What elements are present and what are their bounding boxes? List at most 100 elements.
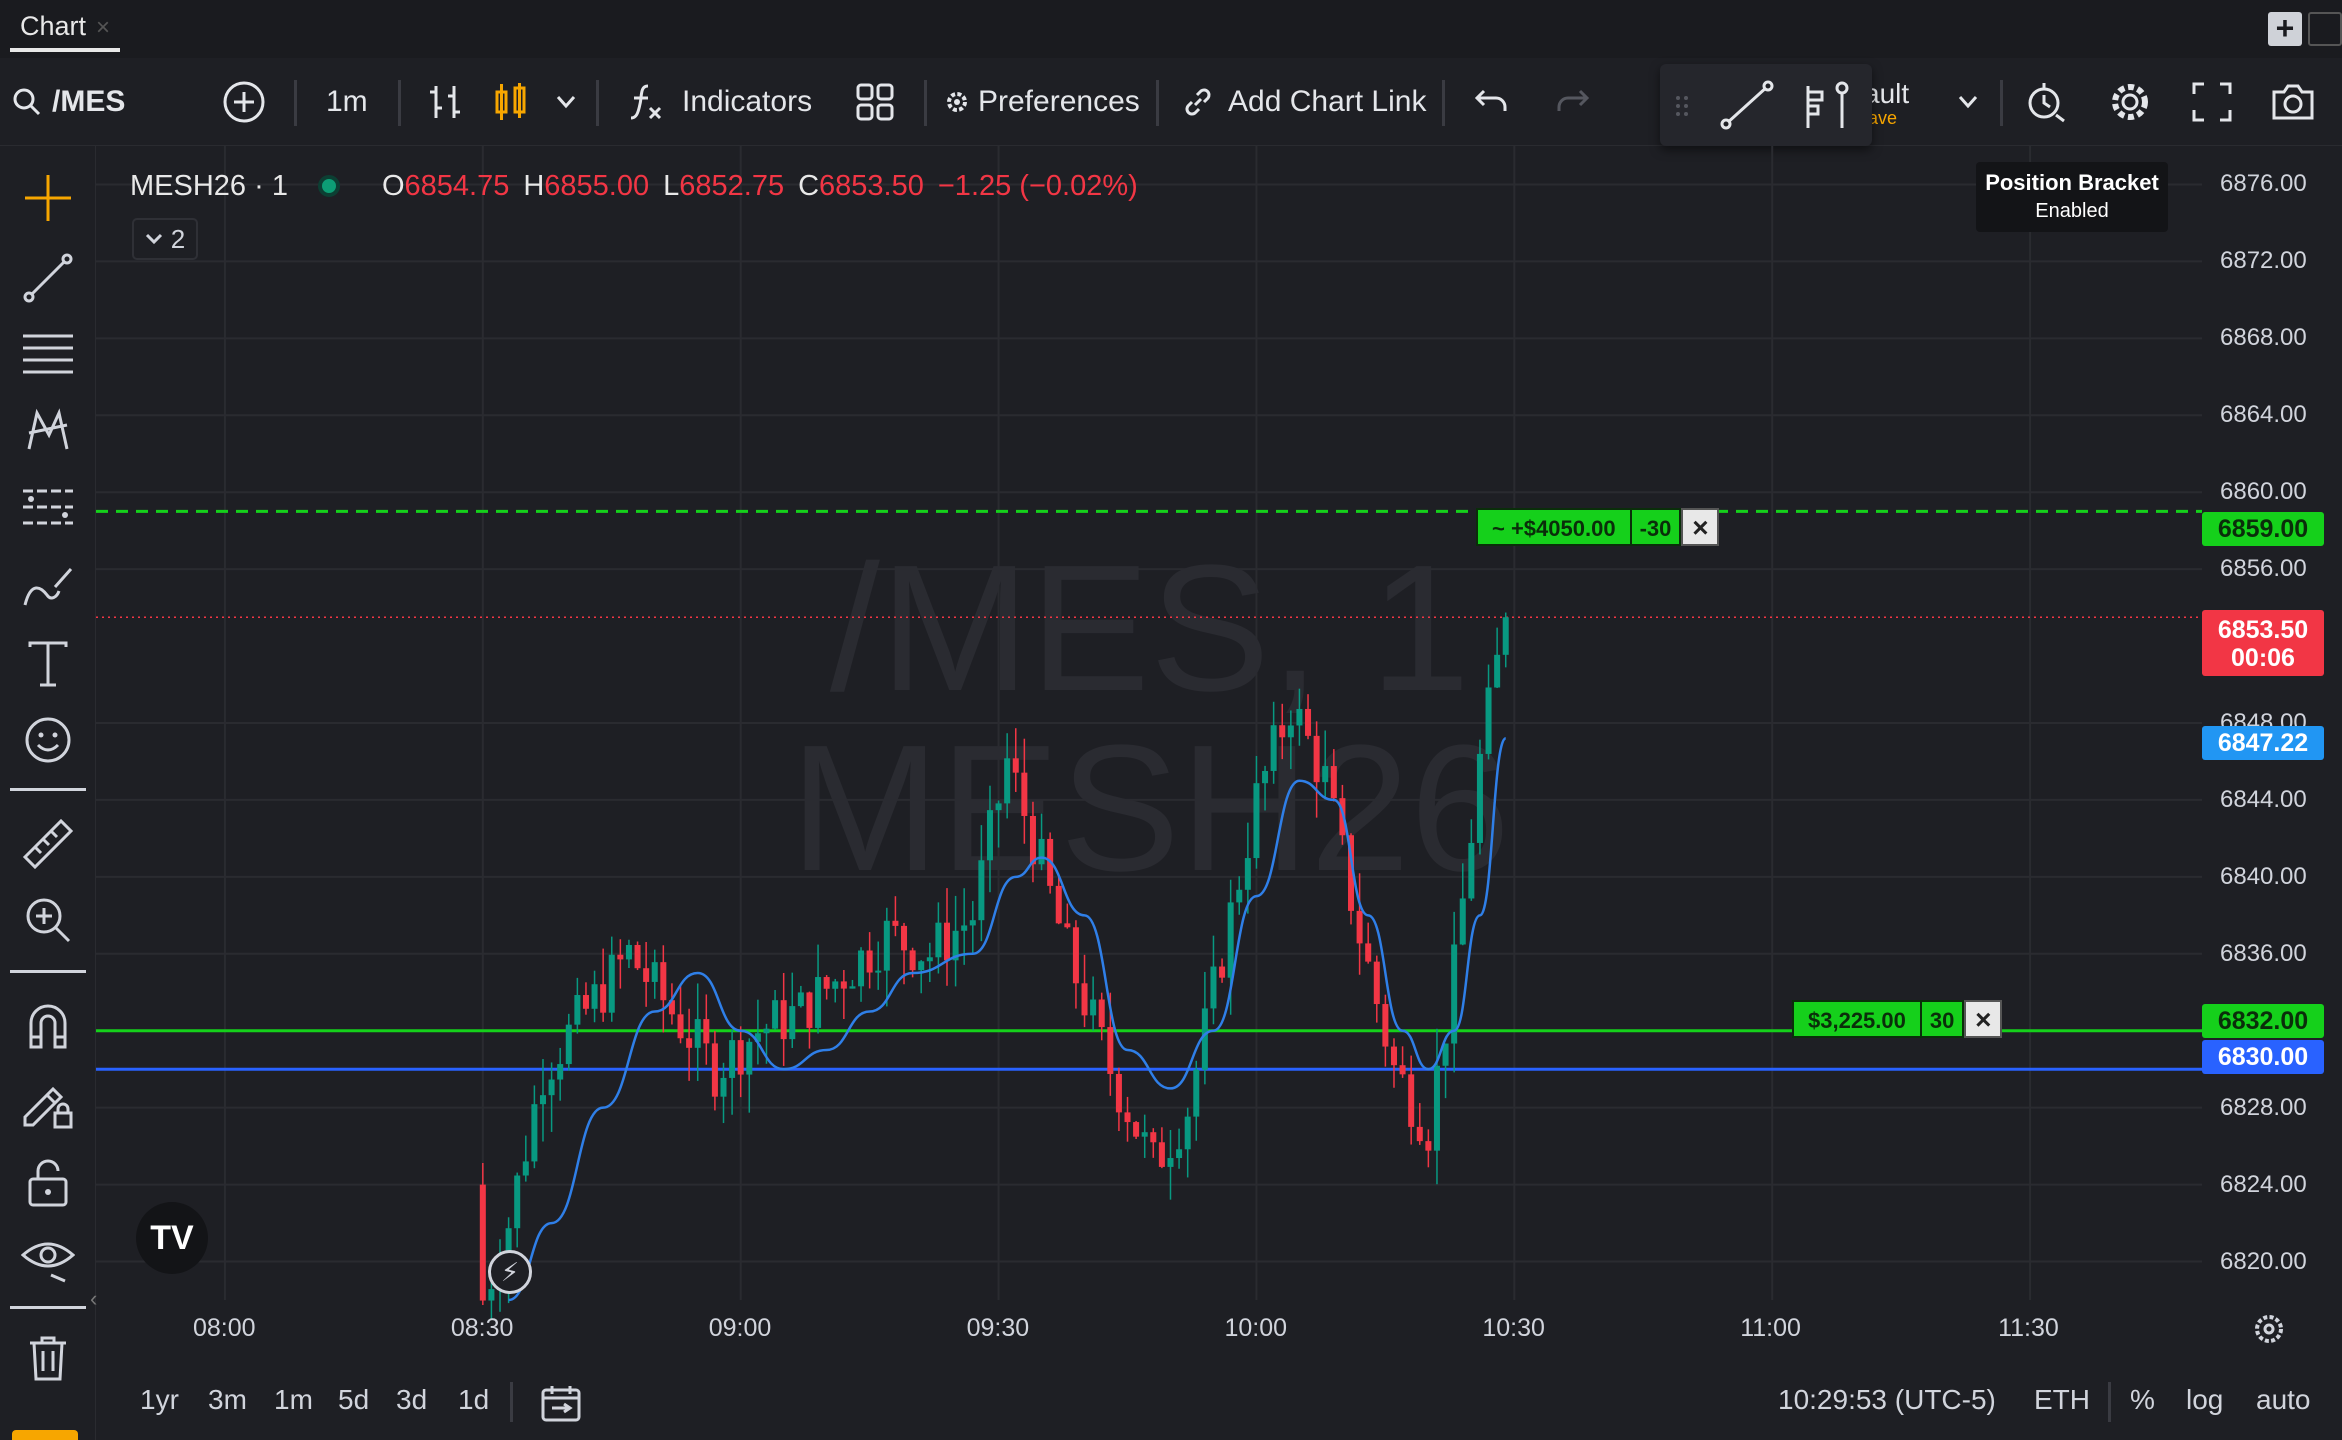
candle-body [660, 962, 667, 1001]
candle-body [1081, 983, 1088, 1016]
legend-symbol[interactable]: MESH26 · 1 [130, 170, 288, 203]
range-button-1d[interactable]: 1d [458, 1384, 489, 1416]
price-tick-label: 6864.00 [2220, 401, 2307, 429]
candle-body [565, 1024, 572, 1065]
indicators-collapse-button[interactable]: 2 [132, 218, 198, 260]
candle-body [737, 1040, 744, 1075]
candle-body [1253, 783, 1260, 859]
last-price-badge: 6853.50 00:06 [2202, 610, 2324, 676]
candle-body [1210, 966, 1217, 1009]
candle-body [1141, 1132, 1148, 1137]
price-tick-label: 6868.00 [2220, 324, 2307, 352]
candle-body [892, 920, 899, 926]
candle-body [789, 1006, 796, 1040]
close-position-icon[interactable]: × [1964, 1000, 2003, 1038]
position-order-tag[interactable]: $3,225.00 30 × [1792, 1000, 2003, 1038]
range-button-1yr[interactable]: 1yr [140, 1384, 179, 1416]
candle-body [909, 950, 916, 971]
range-button-3m[interactable]: 3m [208, 1384, 247, 1416]
lightning-icon[interactable]: ⚡ [488, 1250, 532, 1294]
range-button-5d[interactable]: 5d [338, 1384, 369, 1416]
candle-body [703, 1019, 710, 1044]
candle-body [1270, 725, 1277, 771]
candle-body [1305, 708, 1312, 736]
candle-body [1107, 1027, 1114, 1074]
range-button-1m[interactable]: 1m [274, 1384, 313, 1416]
candle-body [969, 920, 976, 926]
take-profit-order-tag[interactable]: ~ +$4050.00 -30 × [1476, 508, 1720, 546]
candle-body [1029, 815, 1036, 865]
candle-body [1494, 654, 1501, 688]
bar-countdown: 00:06 [2231, 644, 2295, 672]
watermark-line-2: MESH26 [790, 708, 1510, 909]
high-value: 6855.00 [544, 169, 650, 202]
price-tick-label: 6860.00 [2220, 478, 2307, 506]
ohlc-legend: MESH26 · 1 O 6854.75 H 6855.00 L 6852.75 C6… [130, 166, 1138, 206]
candle-body [1296, 708, 1303, 726]
candle-body [1356, 910, 1363, 944]
candle-body [995, 803, 1002, 811]
candle-body [1390, 1046, 1397, 1066]
candle-body [763, 1028, 770, 1034]
candle-body [634, 944, 641, 969]
price-tick-label: 6836.00 [2220, 939, 2307, 967]
tooltip-status: Enabled [2035, 200, 2109, 222]
date-range-icon[interactable] [540, 1384, 582, 1424]
clock-readout[interactable]: 10:29:53 (UTC-5) [1778, 1384, 1996, 1416]
candle-body [1365, 943, 1372, 962]
candle-body [1416, 1126, 1423, 1142]
session-toggle[interactable]: ETH [2034, 1384, 2090, 1416]
position-pnl[interactable]: $3,225.00 [1792, 1000, 1922, 1038]
candle-body [531, 1104, 538, 1162]
market-status-icon [317, 175, 340, 197]
price-tick-label: 6876.00 [2220, 170, 2307, 198]
price-tick-label: 6872.00 [2220, 247, 2307, 275]
candle-body [1382, 1004, 1389, 1047]
last-price-value: 6853.50 [2217, 616, 2309, 644]
candle-body [548, 1079, 555, 1096]
candle-body [918, 961, 925, 971]
low-label: L [663, 169, 680, 202]
percent-scale-toggle[interactable]: % [2130, 1384, 2155, 1416]
candle-body [1021, 772, 1028, 816]
take-profit-pnl[interactable]: ~ +$4050.00 [1476, 508, 1632, 546]
take-profit-qty[interactable]: -30 [1631, 508, 1682, 546]
take-profit-price-badge: 6859.00 [2202, 512, 2324, 546]
cancel-take-profit-icon[interactable]: × [1681, 508, 1720, 546]
low-value: 6852.75 [679, 169, 785, 202]
time-tick-label: 10:00 [1224, 1314, 1287, 1342]
candle-body [1158, 1142, 1165, 1167]
candle-body [1330, 766, 1337, 799]
candle-body [1090, 999, 1097, 1016]
candle-body [1150, 1132, 1157, 1143]
price-tick-label: 6824.00 [2220, 1170, 2307, 1198]
range-button-3d[interactable]: 3d [396, 1384, 427, 1416]
candle-body [780, 1000, 787, 1040]
candle-body [1244, 858, 1251, 890]
candle-body [1072, 927, 1079, 984]
candle-body [1373, 961, 1380, 1005]
candle-body [1287, 725, 1294, 738]
candle-body [686, 1038, 693, 1048]
candle-body [1133, 1122, 1140, 1137]
tradingview-logo[interactable]: TV [136, 1202, 208, 1274]
candle-body [1322, 766, 1329, 783]
candle-body [1098, 999, 1105, 1028]
time-tick-label: 11:00 [1740, 1314, 1801, 1342]
candle-body [1279, 725, 1286, 738]
candle-body [858, 950, 865, 987]
candle-body [651, 962, 658, 982]
position-qty[interactable]: 30 [1921, 1000, 1965, 1038]
candle-body [582, 995, 589, 1009]
axis-settings-icon[interactable] [2252, 1312, 2286, 1346]
time-tick-label: 08:00 [192, 1314, 256, 1342]
log-scale-toggle[interactable]: log [2186, 1384, 2223, 1416]
candle-body [961, 925, 968, 931]
candle-body [625, 944, 632, 960]
price-tick-label: 6840.00 [2220, 862, 2307, 890]
candle-body [522, 1161, 529, 1176]
candle-body [479, 1184, 486, 1301]
candle-body [1176, 1149, 1183, 1159]
auto-scale-toggle[interactable]: auto [2256, 1384, 2311, 1416]
candle-body [1502, 617, 1509, 655]
